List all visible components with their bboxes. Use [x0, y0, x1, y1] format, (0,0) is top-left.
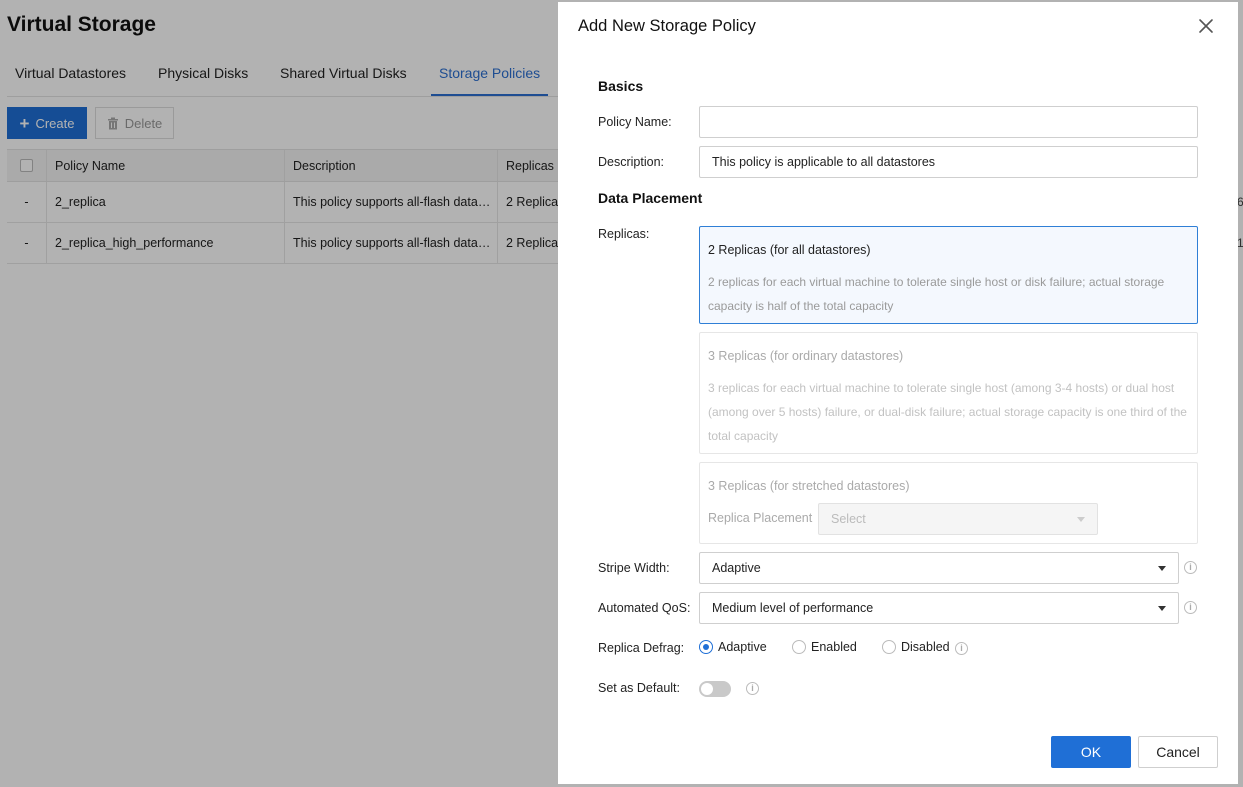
replica-placement-placeholder: Select: [831, 512, 866, 526]
radio-label: Disabled: [901, 640, 950, 654]
add-storage-policy-dialog: Add New Storage Policy Basics Policy Nam…: [558, 2, 1238, 784]
radio-label: Adaptive: [718, 640, 767, 654]
radio-button-checked[interactable]: [699, 640, 713, 654]
automated-qos-value: Medium level of performance: [712, 601, 874, 615]
radio-label: Enabled: [811, 640, 857, 654]
replica-option-description: 3 replicas for each virtual machine to t…: [708, 381, 1187, 443]
stripe-width-select[interactable]: Adaptive: [699, 552, 1179, 584]
info-icon[interactable]: i: [1184, 601, 1197, 614]
radio-button[interactable]: [792, 640, 806, 654]
replica-option-title: 2 Replicas (for all datastores): [708, 243, 871, 257]
automated-qos-label: Automated QoS:: [598, 601, 691, 615]
radio-button[interactable]: [882, 640, 896, 654]
ok-button[interactable]: OK: [1051, 736, 1131, 768]
policy-name-input[interactable]: [699, 106, 1198, 138]
set-as-default-toggle[interactable]: [699, 681, 731, 697]
set-as-default-label: Set as Default:: [598, 681, 680, 695]
chevron-down-icon: [1077, 517, 1085, 522]
replica-option-3-replicas-stretched[interactable]: 3 Replicas (for stretched datastores) Re…: [699, 462, 1198, 544]
toggle-knob: [701, 683, 713, 695]
replica-placement-select[interactable]: Select: [818, 503, 1098, 535]
dialog-title: Add New Storage Policy: [578, 17, 756, 35]
info-icon[interactable]: i: [1184, 561, 1197, 574]
cancel-button[interactable]: Cancel: [1138, 736, 1218, 768]
chevron-down-icon: [1158, 566, 1166, 571]
chevron-down-icon: [1158, 606, 1166, 611]
description-label: Description:: [598, 155, 664, 169]
replica-placement-label: Replica Placement: [708, 511, 813, 525]
replicas-label: Replicas:: [598, 227, 650, 241]
data-placement-heading: Data Placement: [598, 190, 703, 206]
radio-enabled[interactable]: Enabled: [792, 640, 857, 654]
replica-option-3-replicas-ordinary[interactable]: 3 Replicas (for ordinary datastores) 3 r…: [699, 332, 1198, 454]
close-icon[interactable]: [1196, 16, 1216, 36]
replica-placement-row: Replica Placement Select: [708, 503, 1189, 535]
description-input[interactable]: [699, 146, 1198, 178]
replica-option-2-replicas[interactable]: 2 Replicas (for all datastores) 2 replic…: [699, 226, 1198, 324]
stripe-width-value: Adaptive: [712, 561, 761, 575]
radio-adaptive[interactable]: Adaptive: [699, 640, 767, 654]
stripe-width-label: Stripe Width:: [598, 561, 670, 575]
replica-option-title: 3 Replicas (for stretched datastores): [708, 479, 910, 493]
radio-disabled[interactable]: Disabled: [882, 640, 950, 654]
info-icon[interactable]: i: [955, 642, 968, 655]
automated-qos-select[interactable]: Medium level of performance: [699, 592, 1179, 624]
policy-name-label: Policy Name:: [598, 115, 672, 129]
replica-defrag-label: Replica Defrag:: [598, 641, 685, 655]
basics-heading: Basics: [598, 78, 644, 94]
replica-option-title: 3 Replicas (for ordinary datastores): [708, 349, 904, 363]
replica-option-description: 2 replicas for each virtual machine to t…: [708, 275, 1165, 313]
info-icon[interactable]: i: [746, 682, 759, 695]
